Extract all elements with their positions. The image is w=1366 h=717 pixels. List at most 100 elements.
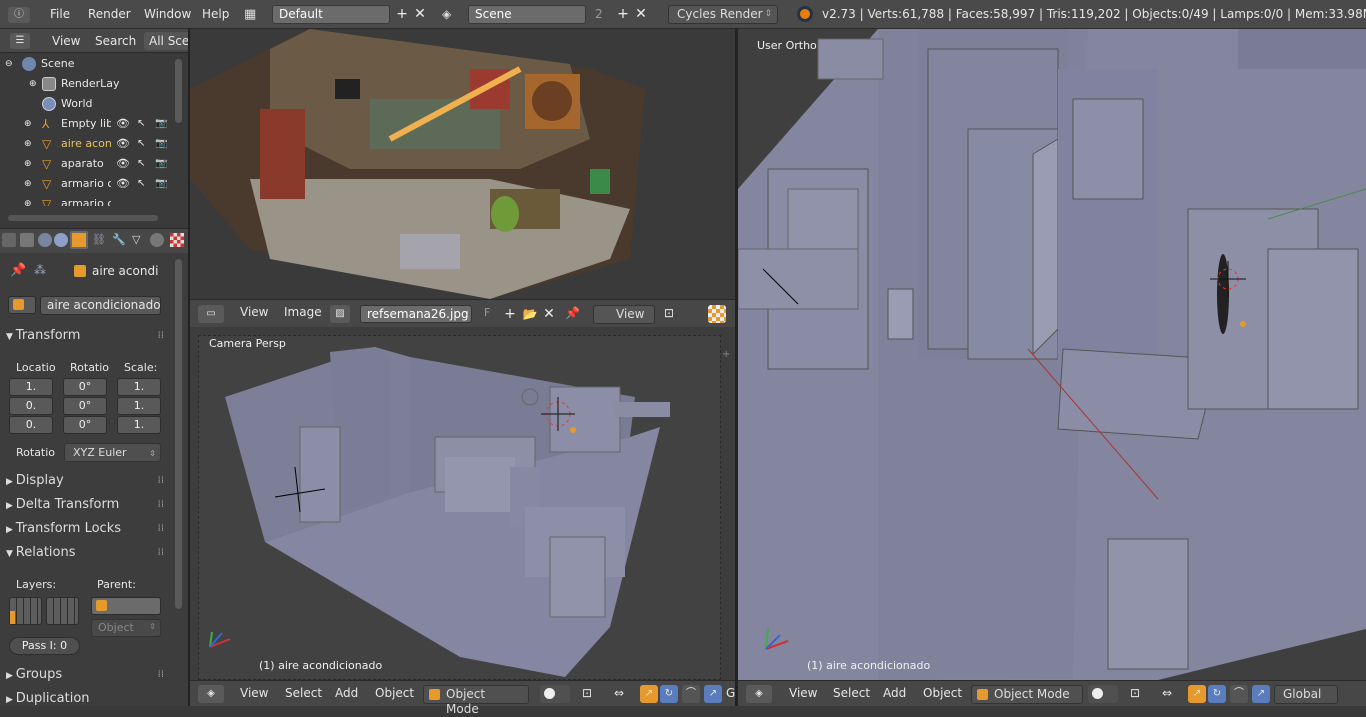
ortho-menu-add[interactable]: Add [883,686,906,700]
outliner-tab-search[interactable]: Search [95,34,136,48]
cursor-select-icon[interactable]: ↖ [137,114,145,134]
collapse-icon[interactable]: ⊖ [5,54,13,74]
pass-index-field[interactable]: Pass I: 0 [9,637,80,655]
object-tab-icon[interactable] [70,231,88,249]
pin-icon[interactable]: 📌 [565,306,580,320]
render-tab-icon[interactable] [2,233,16,247]
outliner-row-aire[interactable]: ⊕ ▽ aire acond 👁 ↖ 📷 [0,134,172,154]
orientation-icon[interactable]: ↗ [1252,685,1270,703]
outliner-row-empty[interactable]: ⊕ ⅄ Empty libr 👁 ↖ 📷 [0,114,172,134]
rotate-manipulator-icon[interactable]: ↻ [660,685,678,703]
camera-render-icon[interactable]: 📷 [155,114,167,134]
material-tab-icon[interactable] [150,233,164,247]
object-datablock-icon[interactable] [8,296,36,314]
eye-icon[interactable]: 👁 [116,114,130,134]
parent-type-select[interactable]: Object ⇕ [91,619,161,637]
camera-menu-view[interactable]: View [240,686,268,700]
eye-icon[interactable]: 👁 [116,134,130,154]
open-image-button[interactable]: 📂 [521,305,539,324]
ortho-viewport[interactable]: User Ortho (1) aire acondicionado [738,29,1366,680]
ortho-menu-object[interactable]: Object [923,686,962,700]
cursor-select-icon[interactable]: ↖ [137,154,145,174]
transform-panel-header[interactable]: ▼ Transform ⁞⁞ [6,325,164,347]
pivot-point-icon[interactable]: ⊡ [1130,686,1140,700]
outliner-row-renderlayer[interactable]: ⊕ RenderLay [0,74,172,94]
relations-panel-header[interactable]: ▼ Relations ⁞⁞ [6,542,164,564]
delta-transform-panel-header[interactable]: ▶ Delta Transform ⁞⁞ [6,494,164,516]
viewport-split-icon[interactable]: + [722,349,730,360]
ortho-menu-view[interactable]: View [789,686,817,700]
parent-field[interactable] [91,597,161,615]
delete-scene-button[interactable]: ✕ [632,5,650,24]
scale-x-field[interactable]: 1. [117,378,161,396]
render-pass-icon[interactable] [708,305,726,323]
ortho-orientation-select[interactable]: Global [1274,685,1338,704]
drag-handle-icon[interactable]: ⁞⁞ [158,664,164,686]
info-editor-icon[interactable]: ⓘ [8,7,30,23]
modifiers-tab-icon[interactable]: 🔧 [112,233,126,246]
image-view-mode-select[interactable]: View [593,305,655,324]
viewport-shading-select[interactable] [1088,685,1118,703]
rotation-z-field[interactable]: 0° [63,416,107,434]
view3d-type-icon[interactable]: ◈ [746,685,772,703]
image-menu-view[interactable]: View [240,305,268,319]
scale-z-field[interactable]: 1. [117,416,161,434]
eye-icon[interactable]: 👁 [116,154,130,174]
transform-locks-panel-header[interactable]: ▶ Transform Locks ⁞⁞ [6,518,164,540]
object-name-field[interactable]: aire acondicionado [40,296,161,315]
data-tab-icon[interactable]: ▽ [132,233,140,246]
translate-manipulator-icon[interactable]: ↗ [640,685,658,703]
camera-render-icon[interactable]: 📷 [155,154,167,174]
pivot-point-icon[interactable]: ⊡ [582,686,592,700]
outliner-row-scene[interactable]: ⊖ Scene [0,54,172,74]
drag-handle-icon[interactable]: ⁞⁞ [158,518,164,540]
scene-field[interactable]: Scene [468,5,586,24]
fake-user-button[interactable]: F [484,306,490,319]
outliner-display-mode[interactable]: All Scen [144,32,188,50]
drag-handle-icon[interactable]: ⁞⁞ [158,325,164,347]
expand-icon[interactable]: ⊕ [24,114,32,134]
rotate-manipulator-icon[interactable]: ↻ [1208,685,1226,703]
manipulator-toggle-icon[interactable]: ⇔ [614,686,624,700]
delete-layout-button[interactable]: ✕ [411,5,429,24]
texture-tab-icon[interactable] [170,233,184,247]
menu-help[interactable]: Help [202,7,229,21]
outliner-row-armario-1[interactable]: ⊕ ▽ armario ca 👁 ↖ 📷 [0,174,172,194]
scene-tab-icon[interactable] [38,233,52,247]
expand-icon[interactable]: ⊕ [24,174,32,194]
outliner-hscrollbar[interactable] [8,215,158,221]
translate-manipulator-icon[interactable]: ↗ [1188,685,1206,703]
scene-icon[interactable]: ◈ [442,7,462,23]
menu-file[interactable]: File [50,7,70,21]
view3d-type-icon[interactable]: ◈ [198,685,224,703]
constraints-tab-icon[interactable]: ⛓ [92,233,106,246]
camera-menu-object[interactable]: Object [375,686,414,700]
screen-layout-icon[interactable]: ▦ [244,7,264,23]
display-panel-header[interactable]: ▶ Display ⁞⁞ [6,470,164,492]
scale-manipulator-icon[interactable]: ⌒ [1230,685,1248,703]
location-x-field[interactable]: 1. [9,378,53,396]
ortho-menu-select[interactable]: Select [833,686,870,700]
outliner-tab-view[interactable]: View [52,34,80,48]
image-editor-type-icon[interactable]: ▭ [198,305,224,323]
scale-manipulator-icon[interactable]: ⌒ [682,685,700,703]
render-engine-select[interactable]: Cycles Render ⇕ [668,5,778,24]
pin-icon[interactable]: 📌 [10,263,26,278]
outliner-row-aparato[interactable]: ⊕ ▽ aparato 👁 ↖ 📷 [0,154,172,174]
properties-scrollbar[interactable] [175,259,182,609]
zoom-fit-icon[interactable]: ⊡ [664,306,674,320]
duplication-panel-header[interactable]: ▶ Duplication [6,688,164,710]
rotation-y-field[interactable]: 0° [63,397,107,415]
viewport-shading-select[interactable] [540,685,570,703]
expand-icon[interactable]: ⊕ [24,134,32,154]
rotation-x-field[interactable]: 0° [63,378,107,396]
ortho-mode-select[interactable]: Object Mode [971,685,1083,704]
expand-icon[interactable]: ⊕ [24,194,32,206]
menu-window[interactable]: Window [144,7,191,21]
camera-menu-select[interactable]: Select [285,686,322,700]
image-filename-field[interactable]: refsemana26.jpg [360,305,472,323]
drag-handle-icon[interactable]: ⁞⁞ [158,494,164,516]
image-menu-image[interactable]: Image [284,305,322,319]
image-browse-icon[interactable]: ▨ [330,305,350,323]
cursor-select-icon[interactable]: ↖ [137,174,145,194]
